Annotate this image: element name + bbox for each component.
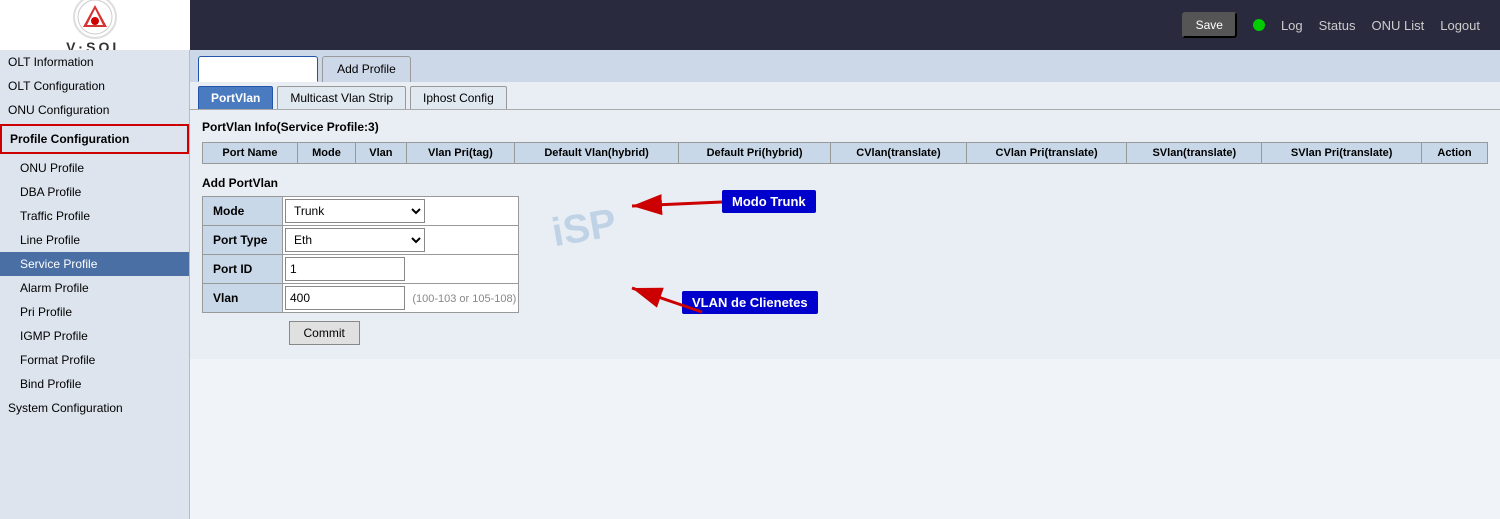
port-type-input-cell: Eth POTS TDM: [283, 226, 519, 255]
logout-link[interactable]: Logout: [1440, 18, 1480, 33]
add-portvlan-title: Add PortVlan: [202, 176, 1488, 190]
col-vlan-pri-tag: Vlan Pri(tag): [406, 143, 515, 164]
col-cvlan-translate: CVlan(translate): [831, 143, 967, 164]
profile-configuration-section: Profile Configuration: [0, 124, 189, 154]
sub-tab-iphost-config[interactable]: Iphost Config: [410, 86, 507, 109]
vsol-logo-icon: [77, 0, 113, 35]
tooltip-vlan-clienetes: VLAN de Clienetes: [682, 291, 818, 314]
sidebar-item-traffic-profile[interactable]: Traffic Profile: [0, 204, 189, 228]
sub-tab-multicast-vlan-strip[interactable]: Multicast Vlan Strip: [277, 86, 406, 109]
col-mode: Mode: [297, 143, 355, 164]
mode-row: Mode Trunk Access Hybrid Translate: [203, 197, 519, 226]
commit-spacer: [203, 313, 283, 350]
sidebar-item-system-configuration[interactable]: System Configuration: [0, 396, 189, 420]
commit-cell: Commit: [283, 313, 519, 350]
sidebar: OLT Information OLT Configuration ONU Co…: [0, 50, 190, 519]
vlan-hint: (100-103 or 105-108): [408, 293, 516, 305]
status-indicator: [1253, 19, 1265, 31]
sidebar-item-onu-profile[interactable]: ONU Profile: [0, 156, 189, 180]
portvlan-table: Port Name Mode Vlan Vlan Pri(tag) Defaul…: [202, 142, 1488, 164]
sidebar-item-igmp-profile[interactable]: IGMP Profile: [0, 324, 189, 348]
sidebar-item-bind-profile[interactable]: Bind Profile: [0, 372, 189, 396]
sidebar-item-dba-profile[interactable]: DBA Profile: [0, 180, 189, 204]
sidebar-item-line-profile[interactable]: Line Profile: [0, 228, 189, 252]
sub-tabs-row: PortVlan Multicast Vlan Strip Iphost Con…: [190, 82, 1500, 110]
vlan-label: Vlan: [203, 284, 283, 313]
top-header: Save Log Status ONU List Logout: [190, 0, 1500, 50]
sidebar-item-pri-profile[interactable]: Pri Profile: [0, 300, 189, 324]
sidebar-item-format-profile[interactable]: Format Profile: [0, 348, 189, 372]
onu-list-link[interactable]: ONU List: [1372, 18, 1425, 33]
section-title: PortVlan Info(Service Profile:3): [202, 120, 1488, 134]
sidebar-item-alarm-profile[interactable]: Alarm Profile: [0, 276, 189, 300]
col-svlan-pri-translate: SVlan Pri(translate): [1262, 143, 1422, 164]
col-port-name: Port Name: [203, 143, 298, 164]
add-portvlan-form: Mode Trunk Access Hybrid Translate: [202, 196, 519, 349]
col-cvlan-pri-translate: CVlan Pri(translate): [966, 143, 1127, 164]
main-tabs-row: Service Profiles Add Profile: [190, 50, 1500, 82]
tooltip-modo-trunk: Modo Trunk: [722, 190, 816, 213]
port-id-input[interactable]: [285, 257, 405, 281]
port-type-select[interactable]: Eth POTS TDM: [285, 228, 425, 252]
col-vlan: Vlan: [356, 143, 407, 164]
col-default-pri-hybrid: Default Pri(hybrid): [679, 143, 831, 164]
col-default-vlan-hybrid: Default Vlan(hybrid): [515, 143, 679, 164]
mode-input-cell: Trunk Access Hybrid Translate: [283, 197, 519, 226]
mode-select[interactable]: Trunk Access Hybrid Translate: [285, 199, 425, 223]
save-button[interactable]: Save: [1182, 12, 1237, 38]
commit-button[interactable]: Commit: [289, 321, 360, 345]
port-id-label: Port ID: [203, 255, 283, 284]
commit-row: Commit: [203, 313, 519, 350]
port-id-input-cell: [283, 255, 519, 284]
port-type-row: Port Type Eth POTS TDM: [203, 226, 519, 255]
sidebar-item-service-profile[interactable]: Service Profile: [0, 252, 189, 276]
vlan-row: Vlan (100-103 or 105-108): [203, 284, 519, 313]
content-body: PortVlan Info(Service Profile:3) Port Na…: [190, 110, 1500, 359]
sidebar-item-onu-configuration[interactable]: ONU Configuration: [0, 98, 189, 122]
watermark: iSP: [549, 201, 620, 257]
tab-service-profiles[interactable]: Service Profiles: [198, 56, 318, 82]
col-action: Action: [1422, 143, 1488, 164]
tab-add-profile[interactable]: Add Profile: [322, 56, 411, 82]
vlan-input[interactable]: [285, 286, 405, 310]
status-link[interactable]: Status: [1319, 18, 1356, 33]
annotation-area: Add PortVlan Mode Trunk Access Hybrid Tr…: [202, 176, 1488, 349]
port-type-label: Port Type: [203, 226, 283, 255]
mode-label: Mode: [203, 197, 283, 226]
logo-area: V·SOL: [0, 0, 190, 50]
sidebar-item-olt-configuration[interactable]: OLT Configuration: [0, 74, 189, 98]
port-id-row: Port ID: [203, 255, 519, 284]
content-area: Service Profiles Add Profile PortVlan Mu…: [190, 50, 1500, 519]
vlan-input-cell: (100-103 or 105-108): [283, 284, 519, 313]
log-link[interactable]: Log: [1281, 18, 1303, 33]
col-svlan-translate: SVlan(translate): [1127, 143, 1262, 164]
sub-tab-portvlan[interactable]: PortVlan: [198, 86, 273, 109]
sidebar-item-olt-information[interactable]: OLT Information: [0, 50, 189, 74]
